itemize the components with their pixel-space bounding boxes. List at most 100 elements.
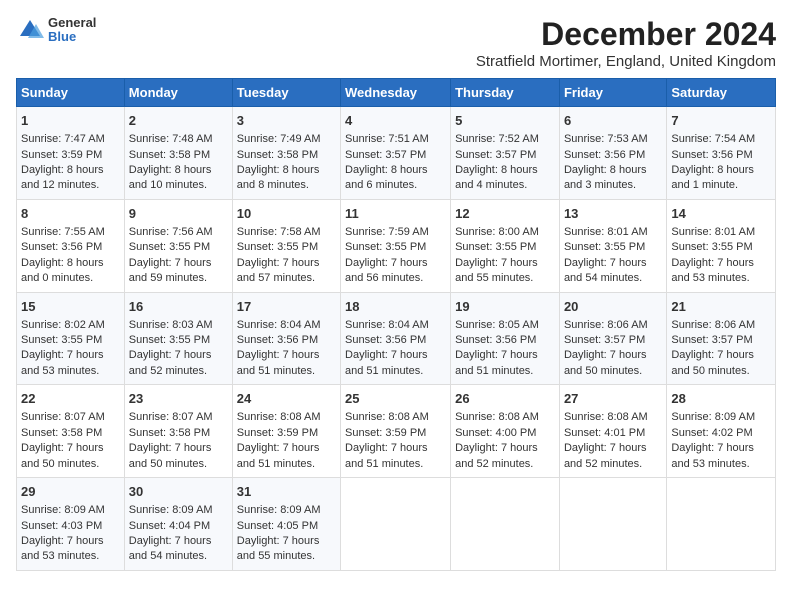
day-info: Daylight: 7 hours and 51 minutes. [455, 348, 555, 379]
day-info: Sunrise: 7:47 AM [21, 132, 120, 147]
logo: General Blue [16, 16, 96, 45]
day-info: Sunset: 3:59 PM [21, 148, 120, 163]
day-cell: 22Sunrise: 8:07 AMSunset: 3:58 PMDayligh… [17, 385, 125, 478]
day-info: Sunset: 4:00 PM [455, 426, 555, 441]
day-info: Daylight: 8 hours and 0 minutes. [21, 256, 120, 287]
day-number: 1 [21, 112, 120, 130]
day-cell [341, 478, 451, 571]
header-cell-sunday: Sunday [17, 79, 125, 107]
day-number: 8 [21, 205, 120, 223]
day-info: Daylight: 7 hours and 51 minutes. [345, 348, 446, 379]
title-area: December 2024 Stratfield Mortimer, Engla… [476, 16, 776, 70]
day-info: Daylight: 7 hours and 53 minutes. [21, 348, 120, 379]
day-info: Sunset: 3:55 PM [345, 240, 446, 255]
logo-text: General Blue [48, 16, 96, 45]
day-cell: 17Sunrise: 8:04 AMSunset: 3:56 PMDayligh… [232, 292, 340, 385]
day-info: Sunrise: 7:58 AM [237, 225, 336, 240]
day-info: Sunset: 4:04 PM [129, 519, 228, 534]
day-number: 16 [129, 298, 228, 316]
day-number: 19 [455, 298, 555, 316]
header-cell-thursday: Thursday [451, 79, 560, 107]
day-cell: 11Sunrise: 7:59 AMSunset: 3:55 PMDayligh… [341, 199, 451, 292]
week-row-2: 8Sunrise: 7:55 AMSunset: 3:56 PMDaylight… [17, 199, 776, 292]
location-title: Stratfield Mortimer, England, United Kin… [476, 53, 776, 70]
day-number: 11 [345, 205, 446, 223]
day-info: Daylight: 8 hours and 8 minutes. [237, 163, 336, 194]
day-info: Sunset: 4:03 PM [21, 519, 120, 534]
day-info: Sunset: 4:01 PM [564, 426, 662, 441]
day-info: Sunrise: 8:00 AM [455, 225, 555, 240]
day-info: Sunrise: 7:49 AM [237, 132, 336, 147]
day-info: Sunrise: 8:08 AM [455, 410, 555, 425]
day-info: Daylight: 8 hours and 3 minutes. [564, 163, 662, 194]
day-info: Sunset: 3:58 PM [129, 148, 228, 163]
month-title: December 2024 [476, 16, 776, 53]
day-cell: 20Sunrise: 8:06 AMSunset: 3:57 PMDayligh… [559, 292, 666, 385]
week-row-5: 29Sunrise: 8:09 AMSunset: 4:03 PMDayligh… [17, 478, 776, 571]
day-cell: 15Sunrise: 8:02 AMSunset: 3:55 PMDayligh… [17, 292, 125, 385]
day-cell: 2Sunrise: 7:48 AMSunset: 3:58 PMDaylight… [124, 107, 232, 200]
header: General Blue December 2024 Stratfield Mo… [16, 16, 776, 70]
day-cell [451, 478, 560, 571]
day-number: 12 [455, 205, 555, 223]
header-cell-tuesday: Tuesday [232, 79, 340, 107]
calendar-body: 1Sunrise: 7:47 AMSunset: 3:59 PMDaylight… [17, 107, 776, 571]
day-info: Daylight: 7 hours and 50 minutes. [129, 441, 228, 472]
day-cell: 7Sunrise: 7:54 AMSunset: 3:56 PMDaylight… [667, 107, 776, 200]
day-info: Sunset: 4:05 PM [237, 519, 336, 534]
header-cell-friday: Friday [559, 79, 666, 107]
day-info: Sunset: 3:55 PM [671, 240, 771, 255]
day-number: 28 [671, 390, 771, 408]
header-cell-monday: Monday [124, 79, 232, 107]
day-number: 24 [237, 390, 336, 408]
day-number: 31 [237, 483, 336, 501]
day-number: 4 [345, 112, 446, 130]
day-cell: 26Sunrise: 8:08 AMSunset: 4:00 PMDayligh… [451, 385, 560, 478]
day-cell: 25Sunrise: 8:08 AMSunset: 3:59 PMDayligh… [341, 385, 451, 478]
week-row-3: 15Sunrise: 8:02 AMSunset: 3:55 PMDayligh… [17, 292, 776, 385]
day-info: Sunset: 3:55 PM [21, 333, 120, 348]
day-number: 5 [455, 112, 555, 130]
day-info: Daylight: 8 hours and 10 minutes. [129, 163, 228, 194]
day-info: Daylight: 7 hours and 50 minutes. [671, 348, 771, 379]
day-number: 6 [564, 112, 662, 130]
day-info: Sunset: 3:56 PM [237, 333, 336, 348]
day-info: Sunrise: 8:09 AM [129, 503, 228, 518]
day-info: Sunrise: 8:08 AM [237, 410, 336, 425]
day-cell: 14Sunrise: 8:01 AMSunset: 3:55 PMDayligh… [667, 199, 776, 292]
day-cell: 23Sunrise: 8:07 AMSunset: 3:58 PMDayligh… [124, 385, 232, 478]
day-number: 26 [455, 390, 555, 408]
day-info: Sunrise: 8:09 AM [671, 410, 771, 425]
day-info: Daylight: 7 hours and 51 minutes. [237, 441, 336, 472]
day-info: Sunset: 3:58 PM [129, 426, 228, 441]
day-cell [559, 478, 666, 571]
day-number: 2 [129, 112, 228, 130]
day-number: 25 [345, 390, 446, 408]
day-info: Daylight: 7 hours and 51 minutes. [237, 348, 336, 379]
day-info: Sunset: 3:59 PM [345, 426, 446, 441]
day-cell: 5Sunrise: 7:52 AMSunset: 3:57 PMDaylight… [451, 107, 560, 200]
day-number: 17 [237, 298, 336, 316]
day-cell: 28Sunrise: 8:09 AMSunset: 4:02 PMDayligh… [667, 385, 776, 478]
day-info: Sunrise: 7:53 AM [564, 132, 662, 147]
header-cell-saturday: Saturday [667, 79, 776, 107]
day-cell: 1Sunrise: 7:47 AMSunset: 3:59 PMDaylight… [17, 107, 125, 200]
day-info: Sunset: 3:56 PM [455, 333, 555, 348]
day-cell: 8Sunrise: 7:55 AMSunset: 3:56 PMDaylight… [17, 199, 125, 292]
day-info: Daylight: 7 hours and 53 minutes. [671, 441, 771, 472]
day-number: 13 [564, 205, 662, 223]
week-row-4: 22Sunrise: 8:07 AMSunset: 3:58 PMDayligh… [17, 385, 776, 478]
day-info: Sunset: 3:55 PM [455, 240, 555, 255]
day-cell [667, 478, 776, 571]
day-number: 14 [671, 205, 771, 223]
calendar-table: SundayMondayTuesdayWednesdayThursdayFrid… [16, 78, 776, 571]
day-info: Daylight: 7 hours and 59 minutes. [129, 256, 228, 287]
day-info: Sunset: 3:59 PM [237, 426, 336, 441]
day-info: Sunset: 3:56 PM [345, 333, 446, 348]
day-info: Sunrise: 8:01 AM [564, 225, 662, 240]
logo-general: General [48, 16, 96, 30]
day-info: Sunrise: 8:06 AM [564, 318, 662, 333]
logo-icon [16, 16, 44, 44]
day-number: 18 [345, 298, 446, 316]
day-info: Daylight: 7 hours and 57 minutes. [237, 256, 336, 287]
